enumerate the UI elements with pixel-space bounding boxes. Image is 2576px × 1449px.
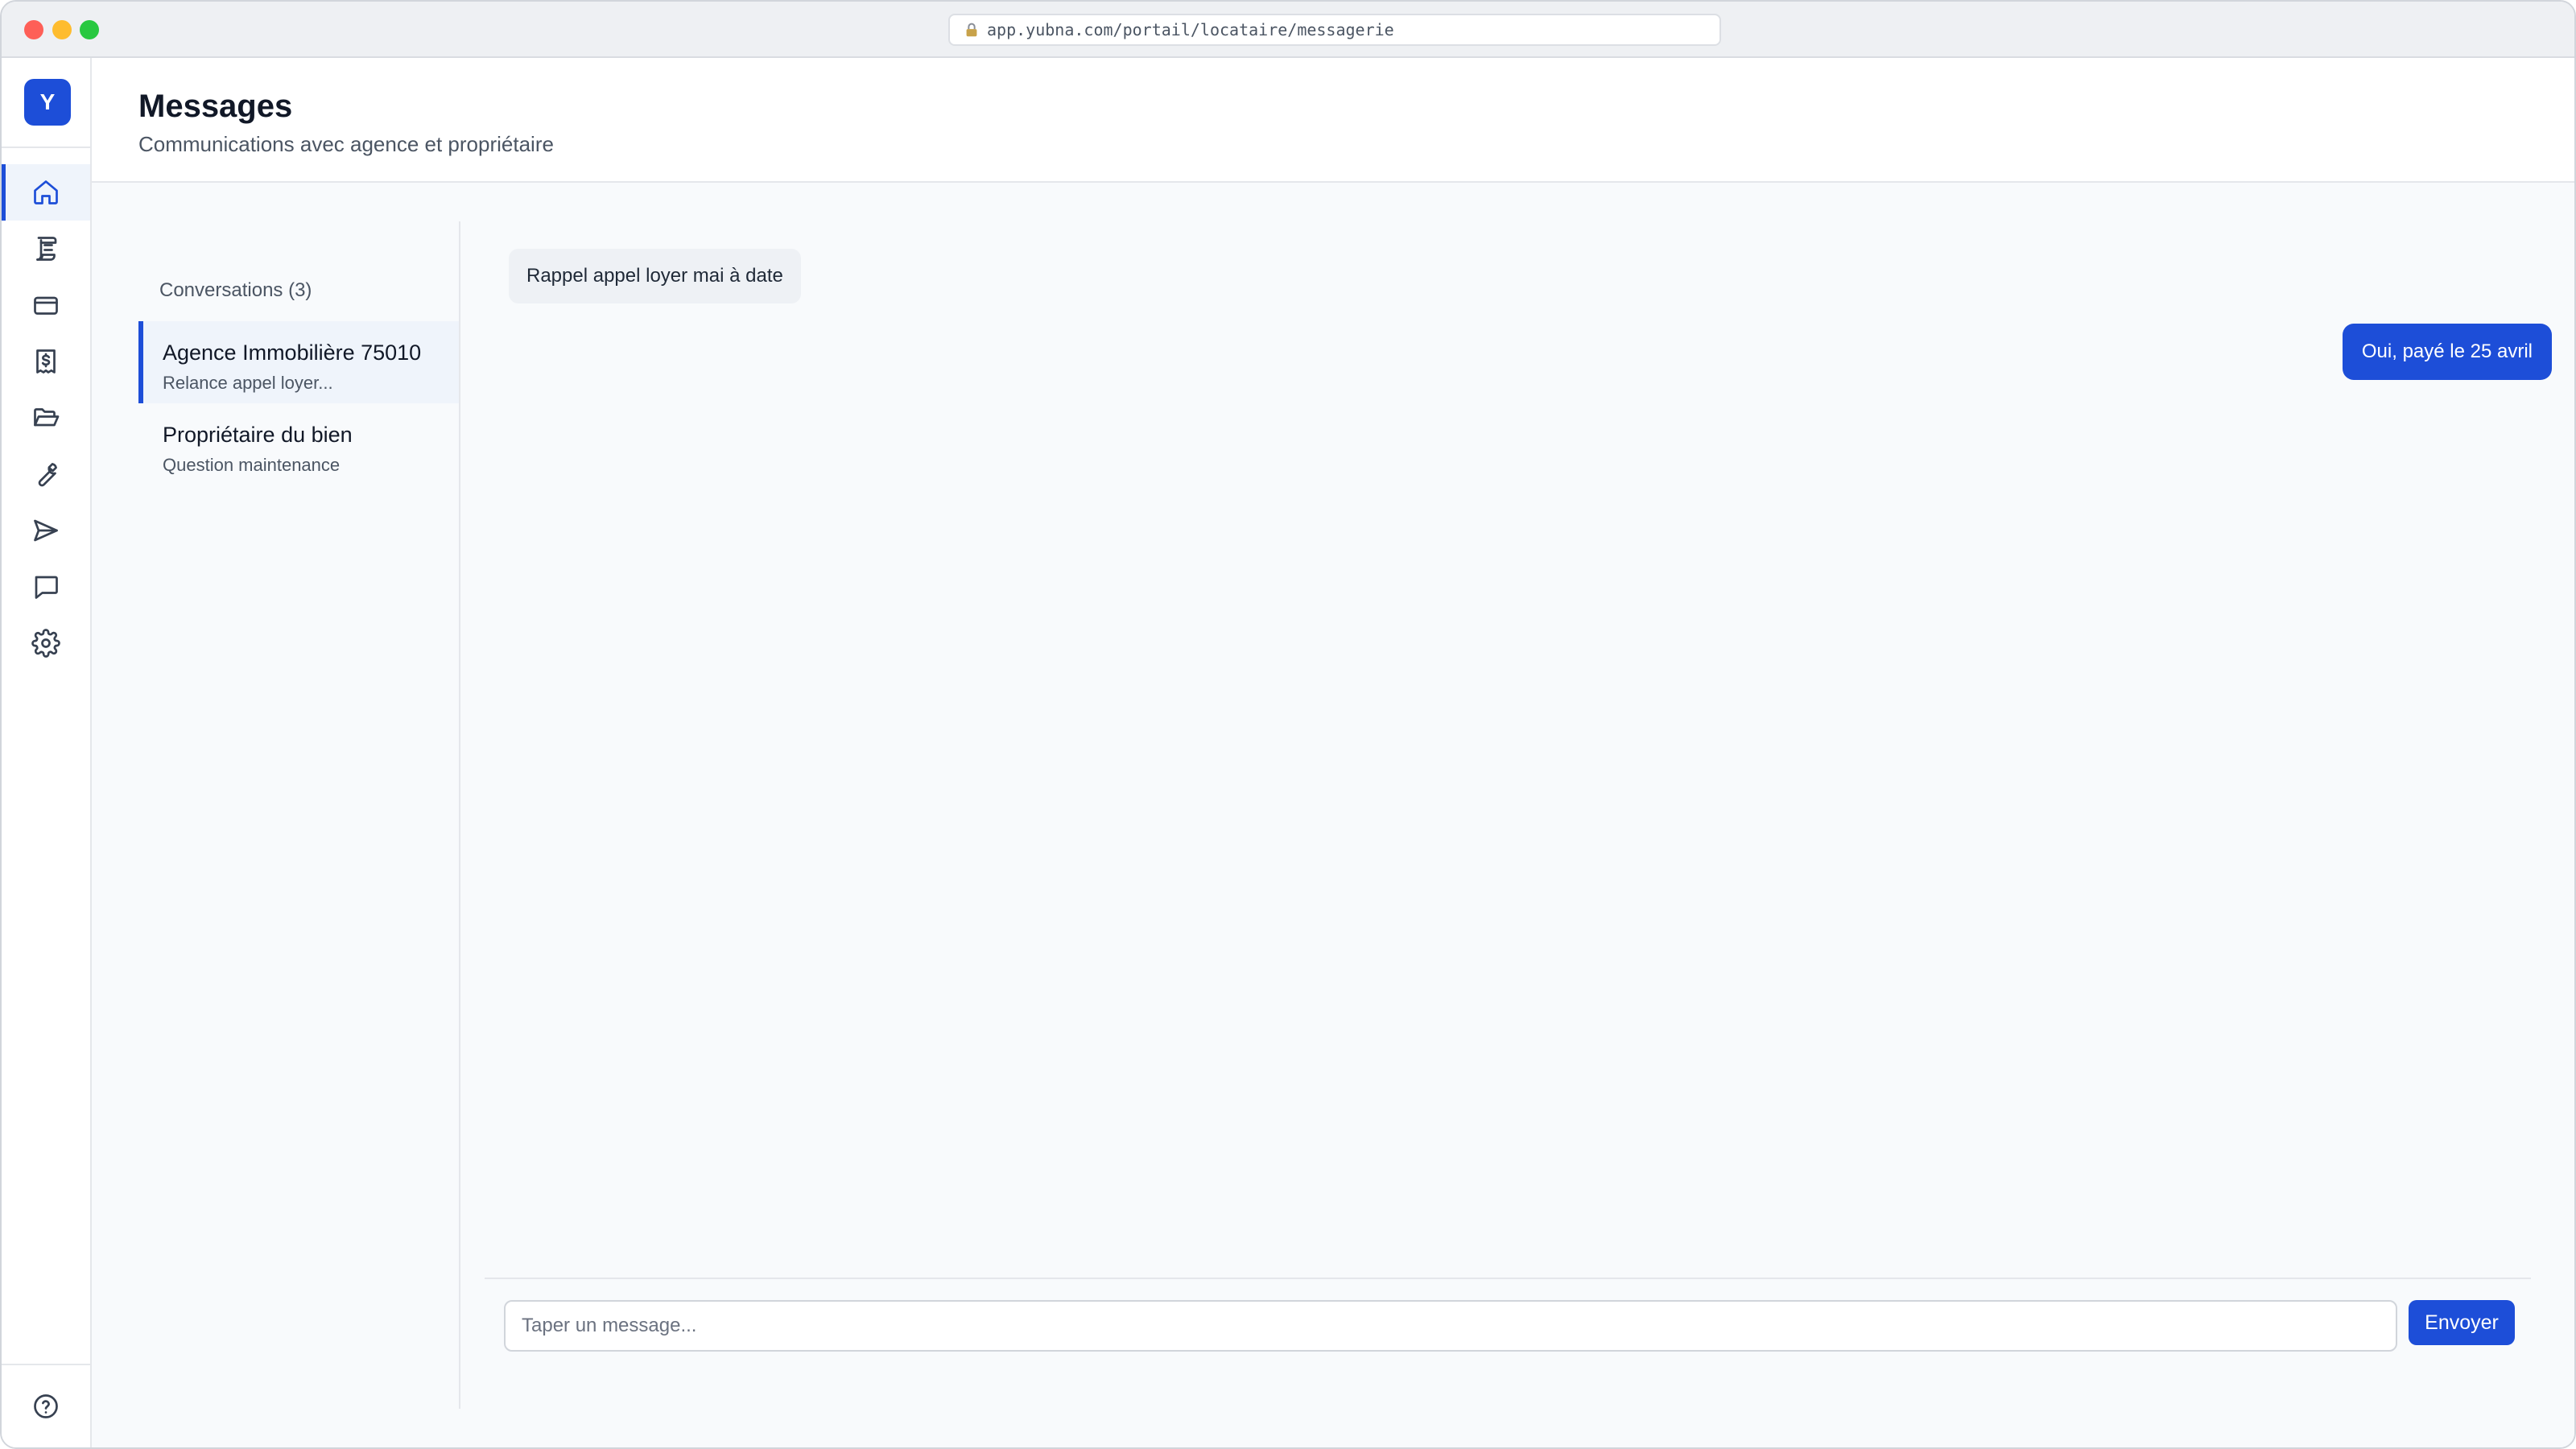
minimize-window-button[interactable] (52, 20, 72, 39)
conversation-item[interactable]: Propriétaire du bien Question maintenanc… (138, 403, 459, 485)
nav-item-documents[interactable] (2, 390, 90, 446)
home-icon (34, 180, 58, 204)
conversation-preview: Question maintenance (163, 455, 341, 475)
divider (2, 1364, 90, 1365)
send-icon (34, 519, 58, 542)
message-thread: Rappel appel loyer mai à date Oui, payé … (462, 221, 2574, 1409)
outgoing-message: Oui, payé le 25 avril (2342, 324, 2552, 380)
receipt-dollar-icon (36, 349, 56, 374)
browser-title-bar: app.yubna.com/portail/locataire/messager… (2, 2, 2574, 58)
lock-icon (966, 23, 977, 37)
nav-item-receipts[interactable] (2, 333, 90, 390)
page-subtitle: Communications avec agence et propriétai… (138, 132, 554, 156)
lease-document-icon (36, 237, 57, 261)
nav-item-send[interactable] (2, 502, 90, 559)
divider (485, 1278, 2531, 1279)
close-window-button[interactable] (24, 20, 43, 39)
help-circle-icon (34, 1394, 58, 1418)
wrench-icon (38, 463, 57, 487)
message-input[interactable] (504, 1300, 2397, 1352)
credit-card-icon (34, 296, 58, 315)
maximize-window-button[interactable] (80, 20, 99, 39)
url-text: app.yubna.com/portail/locataire/messager… (987, 20, 1394, 39)
main-content: Conversations (3) Agence Immobilière 750… (92, 183, 2574, 1447)
address-bar[interactable]: app.yubna.com/portail/locataire/messager… (948, 14, 1721, 46)
nav-item-home[interactable] (2, 164, 90, 221)
folder-open-icon (34, 408, 60, 427)
nav-item-maintenance[interactable] (2, 446, 90, 502)
divider (2, 147, 90, 148)
conversation-list-heading: Conversations (3) (159, 279, 312, 301)
brand-logo[interactable]: Y (24, 79, 71, 126)
page-header: Messages Communications avec agence et p… (92, 58, 2574, 183)
conversation-list: Conversations (3) Agence Immobilière 750… (138, 221, 460, 1409)
sidebar-nav: Y (2, 58, 92, 1447)
page-title: Messages (138, 89, 293, 124)
message-icon (35, 576, 58, 599)
conversation-name: Agence Immobilière 75010 (163, 341, 422, 365)
conversation-item[interactable]: Agence Immobilière 75010 Relance appel l… (138, 321, 459, 403)
nav-item-payments[interactable] (2, 277, 90, 333)
nav-item-lease[interactable] (2, 221, 90, 277)
incoming-message: Rappel appel loyer mai à date (509, 249, 801, 303)
nav-item-help[interactable] (2, 1378, 90, 1435)
conversation-name: Propriétaire du bien (163, 423, 353, 447)
send-button[interactable]: Envoyer (2409, 1300, 2515, 1345)
nav-item-settings[interactable] (2, 615, 90, 671)
nav-item-messages[interactable] (2, 559, 90, 615)
browser-window: app.yubna.com/portail/locataire/messager… (0, 0, 2576, 1449)
conversation-preview: Relance appel loyer... (163, 373, 333, 393)
settings-gear-icon (31, 629, 60, 658)
